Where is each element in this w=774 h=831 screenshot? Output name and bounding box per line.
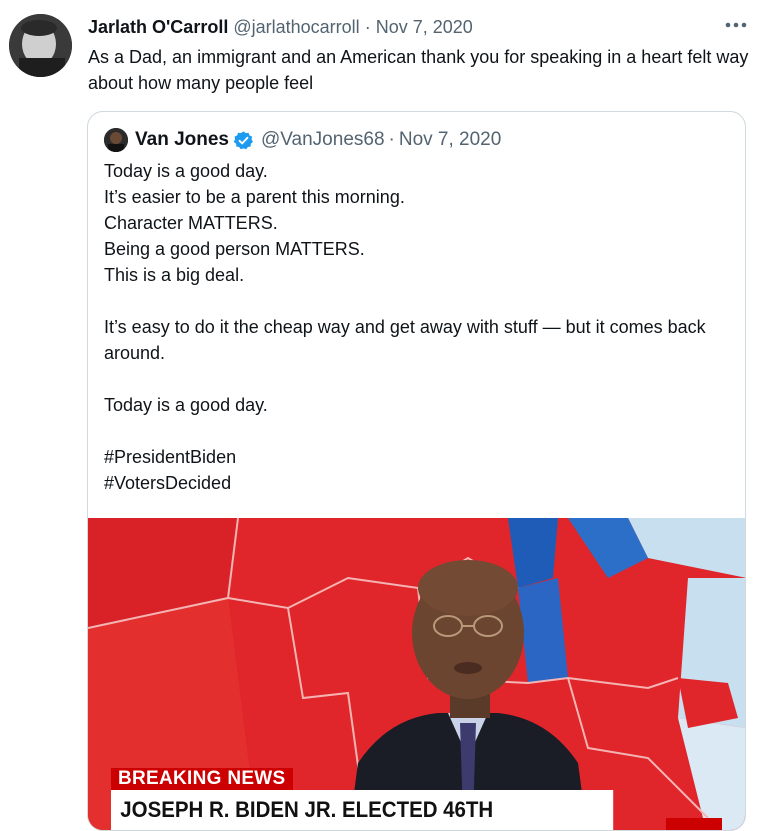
live-tag [666,818,722,830]
tweet-header: Jarlath O'Carroll @jarlathocarroll · Nov… [88,16,473,38]
quoted-line: Being a good person MATTERS. [104,239,365,259]
header-separator: · [364,17,371,37]
author-name[interactable]: Jarlath O'Carroll [88,17,228,37]
breaking-news-headline: JOSEPH R. BIDEN JR. ELECTED 46TH PRESIDE… [111,790,614,830]
quoted-tweet-text: Today is a good day. It’s easier to be a… [104,158,734,496]
tweet-date[interactable]: Nov 7, 2020 [376,17,473,37]
quoted-blank-line [104,418,734,444]
quoted-author-avatar[interactable] [104,128,128,152]
quoted-line: Today is a good day. [104,161,268,181]
quoted-blank-line [104,366,734,392]
quoted-header-separator: · [388,129,395,150]
quoted-author-handle[interactable]: @VanJones68 [261,128,385,152]
tweet-text: As a Dad, an immigrant and an American t… [88,47,749,93]
verified-badge-icon [233,130,254,151]
quoted-tweet-date[interactable]: Nov 7, 2020 [399,128,501,152]
quoted-media-image[interactable]: BREAKING NEWS JOSEPH R. BIDEN JR. ELECTE… [88,518,745,830]
quoted-tweet-header: Van Jones @VanJones68 · Nov 7, 2020 [104,128,501,152]
hashtag-link[interactable]: #VotersDecided [104,470,734,496]
quoted-line: It’s easy to do it the cheap way and get… [104,317,706,363]
quoted-tweet[interactable]: Van Jones @VanJones68 · Nov 7, 2020 Toda… [87,111,746,831]
quoted-author-name[interactable]: Van Jones [135,128,229,152]
quoted-line: It’s easier to be a parent this morning. [104,187,405,207]
quoted-line: This is a big deal. [104,265,245,285]
author-avatar[interactable] [9,14,72,77]
more-horizontal-icon[interactable] [722,14,750,36]
quoted-line: Today is a good day. [104,395,268,415]
hashtag-link[interactable]: #PresidentBiden [104,444,734,470]
quoted-blank-line [104,288,734,314]
quoted-line: Character MATTERS. [104,213,278,233]
breaking-news-label: BREAKING NEWS [111,768,293,790]
author-handle[interactable]: @jarlathocarroll [233,17,359,37]
